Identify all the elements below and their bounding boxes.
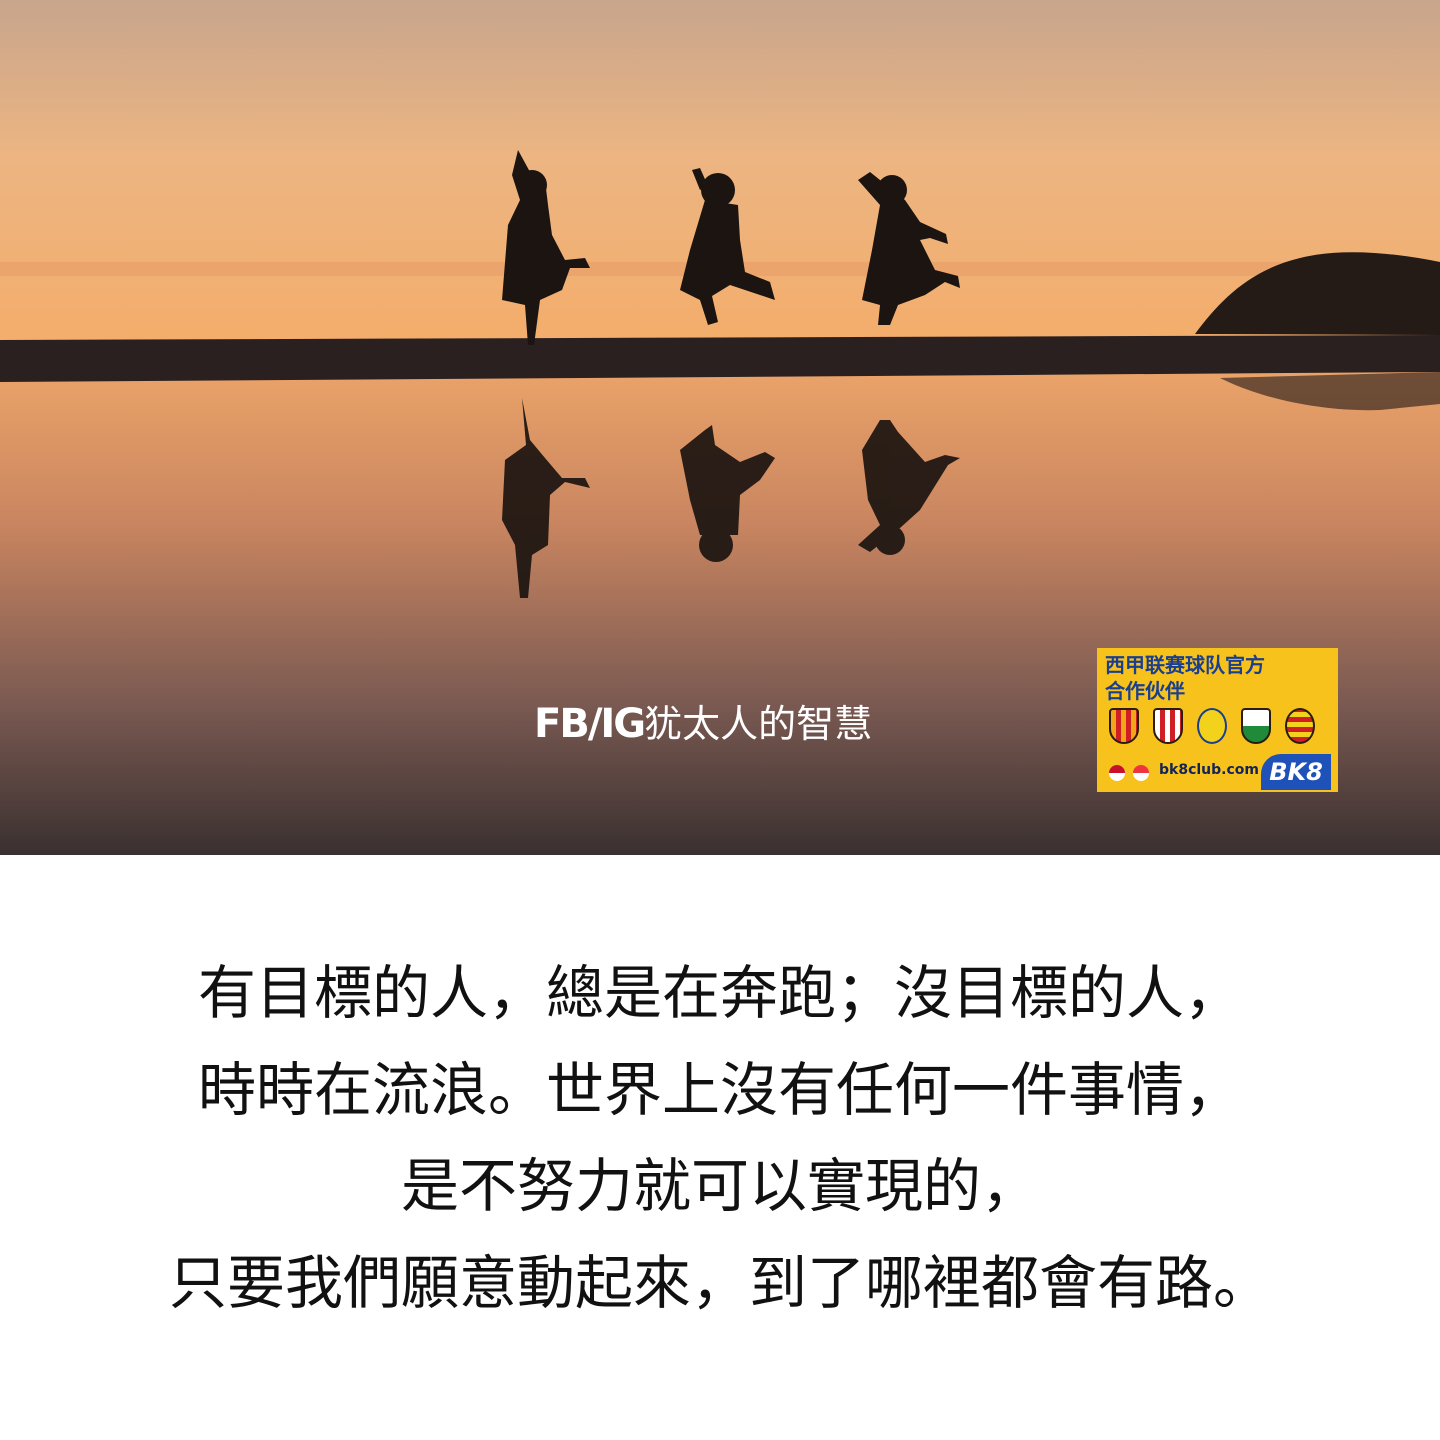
watermark-handle: FB/IG	[534, 701, 646, 747]
sponsor-line-2: 合作伙伴	[1105, 679, 1185, 703]
singapore-flag-icon	[1133, 765, 1149, 781]
quote-line-4: 只要我們願意動起來，到了哪裡都會有路。	[168, 1248, 1271, 1317]
quote-line-2: 時時在流浪。世界上沒有任何一件事情，	[197, 1055, 1242, 1124]
villarreal-crest-icon	[1197, 708, 1227, 744]
quote-block: 有目標的人，總是在奔跑；沒目標的人， 時時在流浪。世界上沒有任何一件事情， 是不…	[0, 945, 1440, 1331]
bk8-logo: BK8	[1261, 754, 1331, 790]
sponsor-line-1: 西甲联赛球队官方	[1105, 653, 1265, 677]
elche-crest-icon	[1241, 708, 1271, 744]
sponsor-domain[interactable]: bk8club.com	[1159, 762, 1259, 778]
quote-line-1: 有目標的人，總是在奔跑；沒目標的人，	[197, 959, 1242, 1027]
sponsor-footer: bk8club.com BK8	[1109, 754, 1331, 790]
malaysia-flag-icon	[1109, 765, 1125, 781]
mallorca-crest-icon	[1285, 708, 1315, 744]
club-crests	[1109, 708, 1329, 748]
watermark-name: 犹太人的智慧	[644, 702, 873, 746]
quote-line-3: 是不努力就可以實現的，	[400, 1152, 1039, 1220]
valencia-crest-icon	[1109, 708, 1139, 744]
sponsor-badge[interactable]: 西甲联赛球队官方 合作伙伴 bk8club.com BK8	[1097, 648, 1338, 792]
source-watermark: FB/IG犹太人的智慧	[534, 698, 872, 750]
athletic-crest-icon	[1153, 708, 1183, 744]
